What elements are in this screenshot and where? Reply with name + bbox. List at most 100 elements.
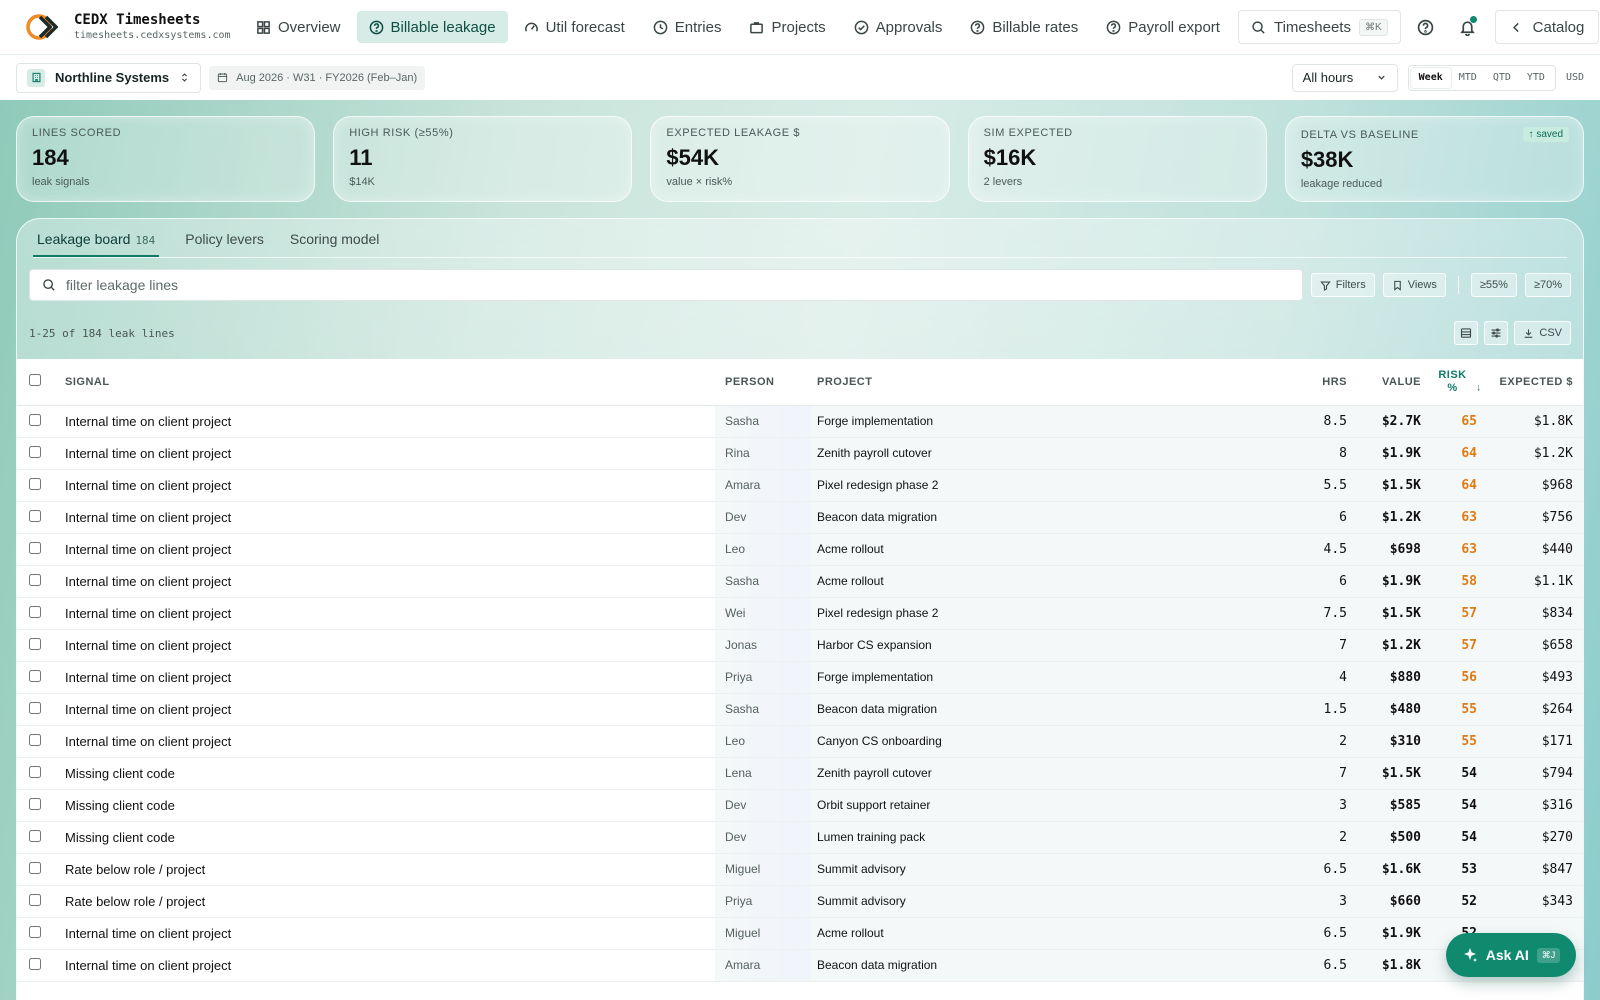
- col-hrs[interactable]: HRS: [1291, 359, 1351, 406]
- cell-project: Zenith payroll cutover: [811, 437, 1291, 470]
- table-row[interactable]: Internal time on client project Priya Forg…: [17, 661, 1583, 694]
- results-bar: 1-25 of 184 leak lines CSV: [29, 321, 1571, 345]
- cell-signal: Rate below role / project: [53, 885, 715, 918]
- cell-expected: $171: [1489, 725, 1583, 758]
- views-button[interactable]: Views: [1382, 273, 1446, 297]
- range-ytd[interactable]: YTD: [1519, 68, 1553, 88]
- row-select-cell: [17, 853, 53, 886]
- threshold-55-button[interactable]: ≥55%: [1470, 273, 1517, 297]
- cell-expected: $968: [1489, 469, 1583, 502]
- table-row[interactable]: Missing client code Dev Orbit support reta…: [17, 789, 1583, 822]
- range-qtd[interactable]: QTD: [1485, 68, 1519, 88]
- tab-leakage-board[interactable]: Leakage board 184: [33, 231, 160, 257]
- threshold-70-button[interactable]: ≥70%: [1524, 273, 1571, 297]
- tab-policy-levers[interactable]: Policy levers: [185, 231, 264, 255]
- col-signal[interactable]: SIGNAL: [53, 359, 715, 406]
- nav-billable-rates[interactable]: Billable rates: [958, 11, 1090, 43]
- help-circle-icon: [369, 20, 383, 34]
- nav-payroll-export[interactable]: Payroll export: [1094, 11, 1232, 43]
- row-checkbox[interactable]: [29, 669, 41, 682]
- table-row[interactable]: Internal time on client project Jonas Harb…: [17, 629, 1583, 662]
- filters-button[interactable]: Filters: [1310, 273, 1375, 297]
- nav-entries[interactable]: Entries: [641, 11, 734, 43]
- kpi-value: $16K: [983, 145, 1037, 170]
- table-row[interactable]: Internal time on client project Amara Beac…: [17, 949, 1583, 982]
- brand-subtitle: timesheets.cedxsystems.com: [74, 30, 231, 42]
- nav-billable-leakage[interactable]: Billable leakage: [356, 11, 508, 43]
- row-checkbox[interactable]: [29, 509, 41, 522]
- row-checkbox[interactable]: [29, 765, 41, 778]
- table-row[interactable]: Internal time on client project Miguel Acm…: [17, 917, 1583, 950]
- table-row[interactable]: Internal time on client project Leo Canyon…: [17, 725, 1583, 758]
- tab-scoring-model[interactable]: Scoring model: [290, 231, 380, 255]
- table-row[interactable]: Internal time on client project Wei Pixel …: [17, 597, 1583, 630]
- cell-risk: 54: [1425, 821, 1489, 854]
- table-row[interactable]: Internal time on client project Dev Beacon…: [17, 501, 1583, 534]
- table-row[interactable]: Internal time on client project Sasha Acme…: [17, 565, 1583, 598]
- filter-leakage-input[interactable]: [66, 277, 1290, 293]
- row-checkbox[interactable]: [29, 797, 41, 810]
- csv-export-button[interactable]: CSV: [1514, 321, 1571, 345]
- table-row[interactable]: Missing client code Dev Lumen training pac…: [17, 821, 1583, 854]
- help-button[interactable]: [1409, 10, 1443, 44]
- cell-person: Amara: [715, 949, 811, 982]
- table-row[interactable]: Rate below role / project Miguel Summit ad…: [17, 853, 1583, 886]
- density-button[interactable]: [1454, 321, 1479, 345]
- nav-overview[interactable]: Overview: [244, 11, 353, 43]
- range-week[interactable]: Week: [1410, 67, 1451, 88]
- period-label: Aug 2026 · W31 · FY2026 (Feb–Jan): [236, 71, 418, 84]
- col-expected[interactable]: EXPECTED $: [1489, 359, 1583, 406]
- select-all-checkbox[interactable]: [29, 374, 41, 387]
- col-value[interactable]: VALUE: [1351, 359, 1425, 406]
- global-search-button[interactable]: Timesheets ⌘K: [1237, 10, 1401, 44]
- row-checkbox[interactable]: [29, 605, 41, 618]
- row-checkbox[interactable]: [29, 893, 41, 906]
- cell-person: Sasha: [715, 405, 811, 438]
- notifications-button[interactable]: [1451, 10, 1485, 44]
- row-checkbox[interactable]: [29, 573, 41, 586]
- col-project[interactable]: PROJECT: [811, 359, 1291, 406]
- catalog-button[interactable]: Catalog: [1494, 10, 1600, 44]
- row-checkbox[interactable]: [29, 413, 41, 426]
- range-mtd[interactable]: MTD: [1451, 68, 1485, 88]
- columns-button[interactable]: [1484, 321, 1509, 345]
- period-chip[interactable]: Aug 2026 · W31 · FY2026 (Feb–Jan): [209, 65, 426, 90]
- col-risk[interactable]: RISK % ↓: [1425, 359, 1489, 406]
- ask-ai-button[interactable]: Ask AI ⌘J: [1446, 933, 1576, 977]
- nav-util-forecast[interactable]: Util forecast: [512, 11, 637, 43]
- table-row[interactable]: Internal time on client project Amara Pixe…: [17, 469, 1583, 502]
- cell-signal: Internal time on client project: [53, 629, 715, 662]
- cell-risk: 57: [1425, 597, 1489, 630]
- row-checkbox[interactable]: [29, 733, 41, 746]
- row-checkbox[interactable]: [29, 541, 41, 554]
- hours-filter-select[interactable]: All hours: [1291, 63, 1398, 92]
- table-row[interactable]: Internal time on client project Sasha Beac…: [17, 693, 1583, 726]
- row-checkbox[interactable]: [29, 861, 41, 874]
- company-select[interactable]: Northline Systems: [16, 62, 202, 93]
- cell-value: $1.9K: [1351, 917, 1425, 950]
- col-person[interactable]: PERSON: [715, 359, 811, 406]
- table-row[interactable]: Internal time on client project Sasha Forg…: [17, 405, 1583, 438]
- brand[interactable]: CEDX Timesheets timesheets.cedxsystems.c…: [0, 11, 244, 43]
- row-checkbox[interactable]: [29, 637, 41, 650]
- row-checkbox[interactable]: [29, 445, 41, 458]
- nav-approvals[interactable]: Approvals: [842, 11, 955, 43]
- nav-util-forecast-label: Util forecast: [545, 18, 625, 36]
- table-row[interactable]: Internal time on client project Leo Acme r…: [17, 533, 1583, 566]
- table-row[interactable]: Rate below role / project Priya Summit adv…: [17, 885, 1583, 918]
- nav-projects[interactable]: Projects: [737, 11, 837, 43]
- row-select-cell: [17, 661, 53, 694]
- table-row[interactable]: Internal time on client project Rina Zenit…: [17, 437, 1583, 470]
- row-checkbox[interactable]: [29, 829, 41, 842]
- cell-project: Beacon data migration: [811, 501, 1291, 534]
- cell-person: Dev: [715, 821, 811, 854]
- cell-signal: Internal time on client project: [53, 661, 715, 694]
- row-select-cell: [17, 821, 53, 854]
- search-icon: [1252, 20, 1265, 34]
- row-checkbox[interactable]: [29, 957, 41, 970]
- row-checkbox[interactable]: [29, 925, 41, 938]
- row-checkbox[interactable]: [29, 701, 41, 714]
- kpi-lines-scored: LINES SCORED 184 leak signals: [16, 116, 316, 202]
- row-checkbox[interactable]: [29, 477, 41, 490]
- table-row[interactable]: Missing client code Lena Zenith payroll cu…: [17, 757, 1583, 790]
